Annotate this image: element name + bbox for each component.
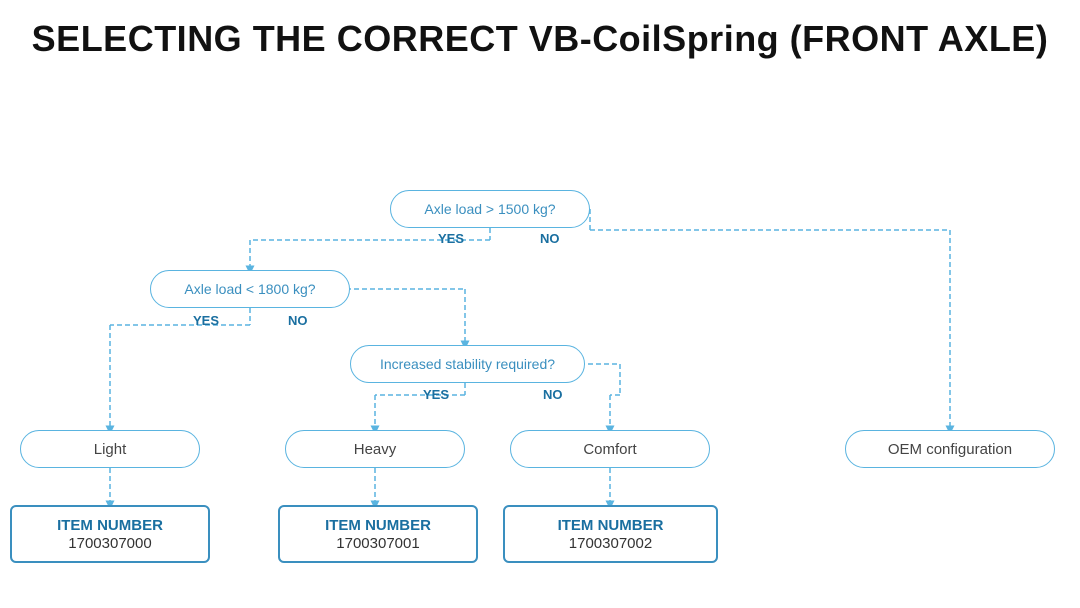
decision-axle-load-1500: Axle load > 1500 kg? [390,190,590,228]
decision-stability: Increased stability required? [350,345,585,383]
item-number-1: 1700307000 [68,535,151,552]
result-heavy: Heavy [285,430,465,468]
yn-d1-yes: YES [438,231,464,246]
item-label-1: ITEM NUMBER [57,516,163,536]
yn-d1-no: NO [540,231,560,246]
item-label-2: ITEM NUMBER [325,516,431,536]
item-box-1700307001: ITEM NUMBER 1700307001 [278,505,478,563]
item-number-2: 1700307001 [336,535,419,552]
item-label-3: ITEM NUMBER [558,516,664,536]
result-comfort: Comfort [510,430,710,468]
item-box-1700307000: ITEM NUMBER 1700307000 [10,505,210,563]
yn-d2-yes: YES [193,313,219,328]
yn-d3-no: NO [543,387,563,402]
yn-d2-no: NO [288,313,308,328]
item-box-1700307002: ITEM NUMBER 1700307002 [503,505,718,563]
page-title: SELECTING THE CORRECT VB-CoilSpring (FRO… [0,0,1080,70]
result-oem: OEM configuration [845,430,1055,468]
diagram-area: Axle load > 1500 kg? Axle load < 1800 kg… [0,75,1080,565]
decision-axle-load-1800: Axle load < 1800 kg? [150,270,350,308]
item-number-3: 1700307002 [569,535,652,552]
yn-d3-yes: YES [423,387,449,402]
diagram-lines [0,75,1080,565]
result-light: Light [20,430,200,468]
